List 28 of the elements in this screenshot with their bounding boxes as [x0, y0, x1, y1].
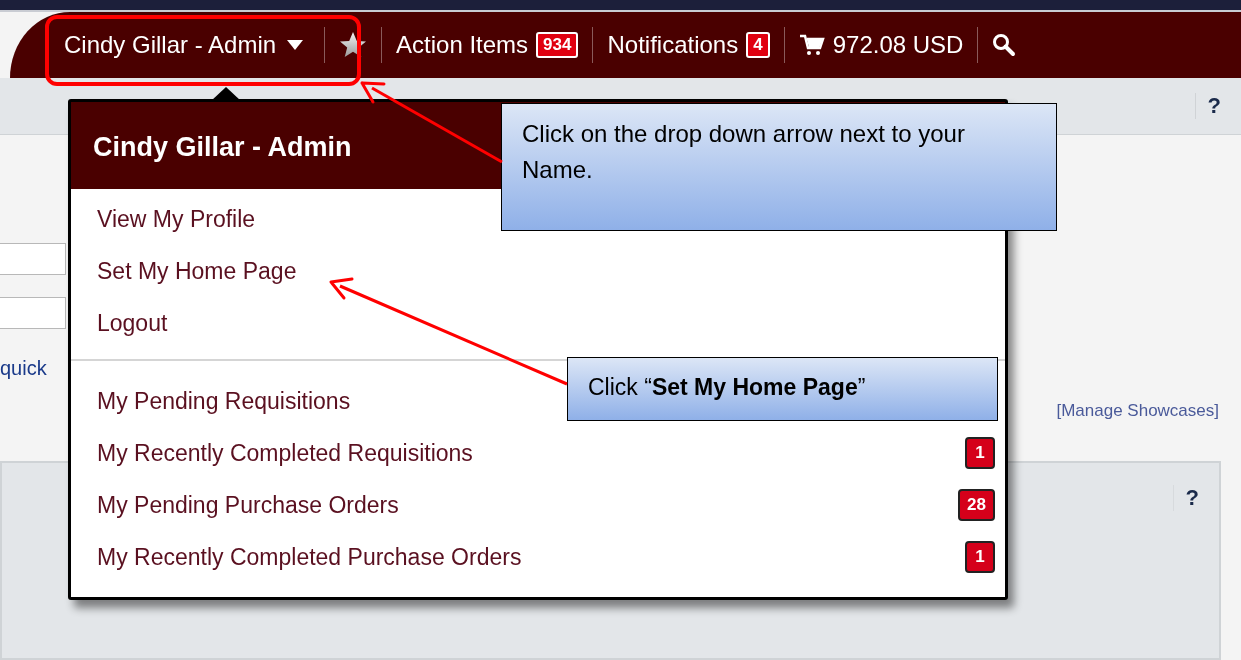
notifications-link[interactable]: Notifications 4	[605, 27, 772, 63]
count-badge: 28	[958, 489, 995, 521]
menu-item[interactable]: My Recently Completed Requisitions 1	[71, 427, 1005, 479]
input-field[interactable]	[0, 243, 66, 275]
count-badge: 1	[965, 437, 995, 469]
help-button[interactable]: ?	[1194, 93, 1227, 119]
menu-item[interactable]: My Recently Completed Purchase Orders 1	[71, 531, 1005, 583]
menu-item[interactable]: My Pending Requisitions	[71, 375, 361, 427]
quick-link[interactable]: quick	[0, 357, 47, 421]
menu-item[interactable]: Logout	[71, 297, 178, 349]
menu-item[interactable]: My Pending Purchase Orders 28	[71, 479, 1005, 531]
input-field[interactable]	[0, 297, 66, 329]
caret-icon	[286, 39, 305, 51]
menu-item[interactable]: Set My Home Page	[71, 245, 307, 297]
cart-link[interactable]: 972.08 USD	[796, 27, 966, 63]
menu-item[interactable]: View My Profile	[71, 193, 266, 245]
cart-icon	[798, 33, 825, 57]
star-icon	[339, 31, 368, 59]
help-button[interactable]: ?	[1172, 485, 1205, 511]
user-menu-button[interactable]: Cindy Gillar - Admin	[56, 25, 313, 65]
callout-tooltip: Click on the drop down arrow next to your Name.	[501, 103, 1057, 231]
action-items-link[interactable]: Action Items 934	[394, 27, 581, 63]
manage-showcases-link[interactable]: [Manage Showcases]	[1056, 401, 1219, 421]
search-icon	[992, 33, 1017, 57]
count-badge: 934	[536, 32, 579, 58]
count-badge: 4	[746, 32, 770, 58]
count-badge: 1	[965, 541, 995, 573]
callout-tooltip: Click “Set My Home Page”	[567, 357, 998, 421]
